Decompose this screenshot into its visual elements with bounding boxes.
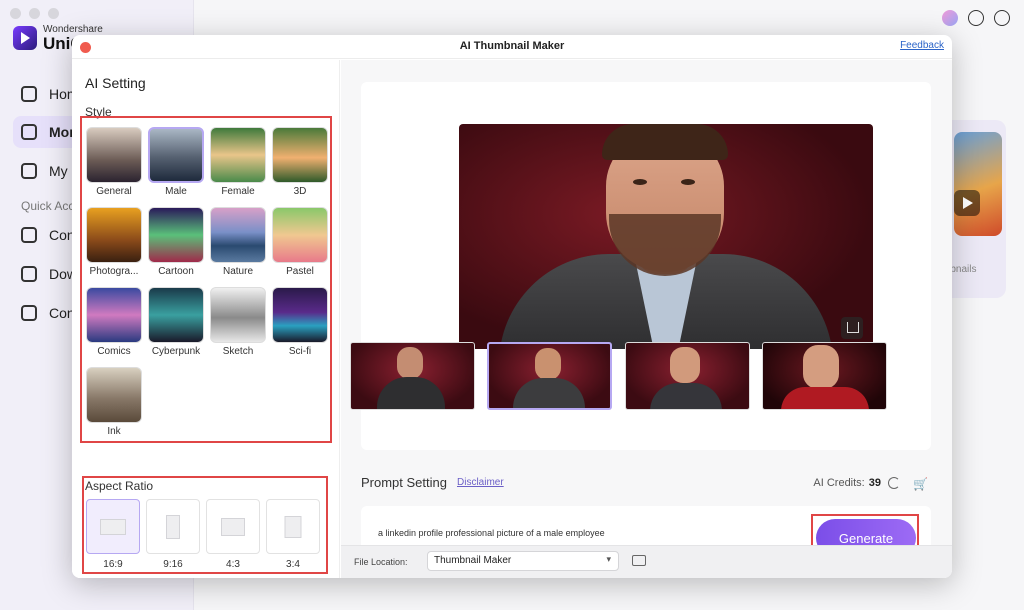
style-nature-thumb bbox=[210, 207, 266, 263]
generated-thumbnail-3[interactable] bbox=[625, 342, 750, 410]
folder-icon[interactable] bbox=[632, 555, 646, 566]
preview-panel: Prompt Setting Disclaimer AI Credits: 39 … bbox=[341, 60, 952, 578]
feature-card-image bbox=[954, 132, 1002, 236]
generated-main-image bbox=[459, 124, 873, 349]
file-location-select[interactable]: Thumbnail Maker ▾ bbox=[427, 551, 619, 571]
style-male[interactable]: Male bbox=[148, 127, 204, 201]
aspect-9-16[interactable]: 9:16 bbox=[146, 499, 200, 575]
feedback-link[interactable]: Feedback bbox=[900, 40, 944, 51]
ai-setting-title: AI Setting bbox=[85, 75, 146, 91]
generated-thumbnail-1[interactable] bbox=[350, 342, 475, 410]
cart-icon[interactable]: 🛒 bbox=[913, 477, 928, 491]
prompt-setting-label: Prompt Setting bbox=[361, 475, 447, 490]
dialog-title: AI Thumbnail Maker bbox=[459, 40, 565, 52]
style-3d-thumb bbox=[272, 127, 328, 183]
ai-credits-value: 39 bbox=[868, 477, 881, 489]
ai-thumbnail-maker-dialog: AI Thumbnail Maker Feedback AI Setting S… bbox=[72, 35, 952, 578]
generated-thumbnail-2[interactable] bbox=[487, 342, 612, 410]
style-scifi[interactable]: Sci-fi bbox=[272, 287, 328, 361]
style-female[interactable]: Female bbox=[210, 127, 266, 201]
chat-icon[interactable] bbox=[968, 10, 984, 26]
landscape-ratio-icon bbox=[221, 517, 245, 536]
portrait-ratio-icon bbox=[284, 515, 302, 538]
disclaimer-link[interactable]: Disclaimer bbox=[457, 477, 504, 488]
style-general-thumb bbox=[86, 127, 142, 183]
style-photography[interactable]: Photogra... bbox=[86, 207, 142, 281]
brand-logo-icon bbox=[13, 26, 37, 50]
top-icons bbox=[942, 10, 1010, 26]
aspect-3-4[interactable]: 3:4 bbox=[266, 499, 320, 575]
home-icon bbox=[21, 86, 37, 102]
toolbox-icon bbox=[21, 124, 37, 140]
style-male-thumb bbox=[148, 127, 204, 183]
file-icon bbox=[21, 163, 37, 179]
preview-card bbox=[350, 82, 931, 450]
style-pastel-thumb bbox=[272, 207, 328, 263]
style-cartoon[interactable]: Cartoon bbox=[148, 207, 204, 281]
style-comics[interactable]: Comics bbox=[86, 287, 142, 361]
aspect-4-3[interactable]: 4:3 bbox=[206, 499, 260, 575]
style-cartoon-thumb bbox=[148, 207, 204, 263]
ai-credits: AI Credits: 39 bbox=[813, 477, 881, 489]
generated-thumbnail-4[interactable] bbox=[762, 342, 887, 410]
headset-icon[interactable] bbox=[994, 10, 1010, 26]
style-nature[interactable]: Nature bbox=[210, 207, 266, 281]
style-3d[interactable]: 3D bbox=[272, 127, 328, 201]
style-cyberpunk[interactable]: Cyberpunk bbox=[148, 287, 204, 361]
style-pastel[interactable]: Pastel bbox=[272, 207, 328, 281]
footer-bar: File Location: Thumbnail Maker ▾ bbox=[341, 545, 952, 578]
style-sketch[interactable]: Sketch bbox=[210, 287, 266, 361]
style-scifi-thumb bbox=[272, 287, 328, 343]
aspect-16-9[interactable]: 16:9 bbox=[86, 499, 140, 575]
prompt-input[interactable] bbox=[378, 528, 778, 538]
tv-icon bbox=[21, 305, 37, 321]
avatar-icon[interactable] bbox=[942, 10, 958, 26]
window-controls bbox=[10, 8, 59, 19]
convert-icon bbox=[21, 227, 37, 243]
refresh-icon[interactable] bbox=[888, 477, 900, 489]
dialog-titlebar: AI Thumbnail Maker Feedback bbox=[72, 35, 952, 59]
style-general[interactable]: General bbox=[86, 127, 142, 201]
download-icon bbox=[21, 266, 37, 282]
style-female-thumb bbox=[210, 127, 266, 183]
style-sketch-thumb bbox=[210, 287, 266, 343]
style-ink[interactable]: Ink bbox=[86, 367, 142, 441]
quick-access-label: Quick Acc bbox=[21, 199, 75, 213]
style-ink-thumb bbox=[86, 367, 142, 423]
portrait-ratio-icon bbox=[166, 514, 180, 539]
landscape-ratio-icon bbox=[100, 518, 126, 535]
style-cyberpunk-thumb bbox=[148, 287, 204, 343]
aspect-ratio-label: Aspect Ratio bbox=[85, 479, 154, 493]
style-comics-thumb bbox=[86, 287, 142, 343]
play-icon bbox=[954, 190, 980, 216]
chevron-down-icon: ▾ bbox=[606, 554, 611, 564]
file-location-label: File Location: bbox=[354, 557, 408, 567]
style-photography-thumb bbox=[86, 207, 142, 263]
ai-setting-panel: AI Setting Style General Male Female 3D … bbox=[72, 60, 340, 578]
download-icon[interactable] bbox=[841, 317, 863, 339]
